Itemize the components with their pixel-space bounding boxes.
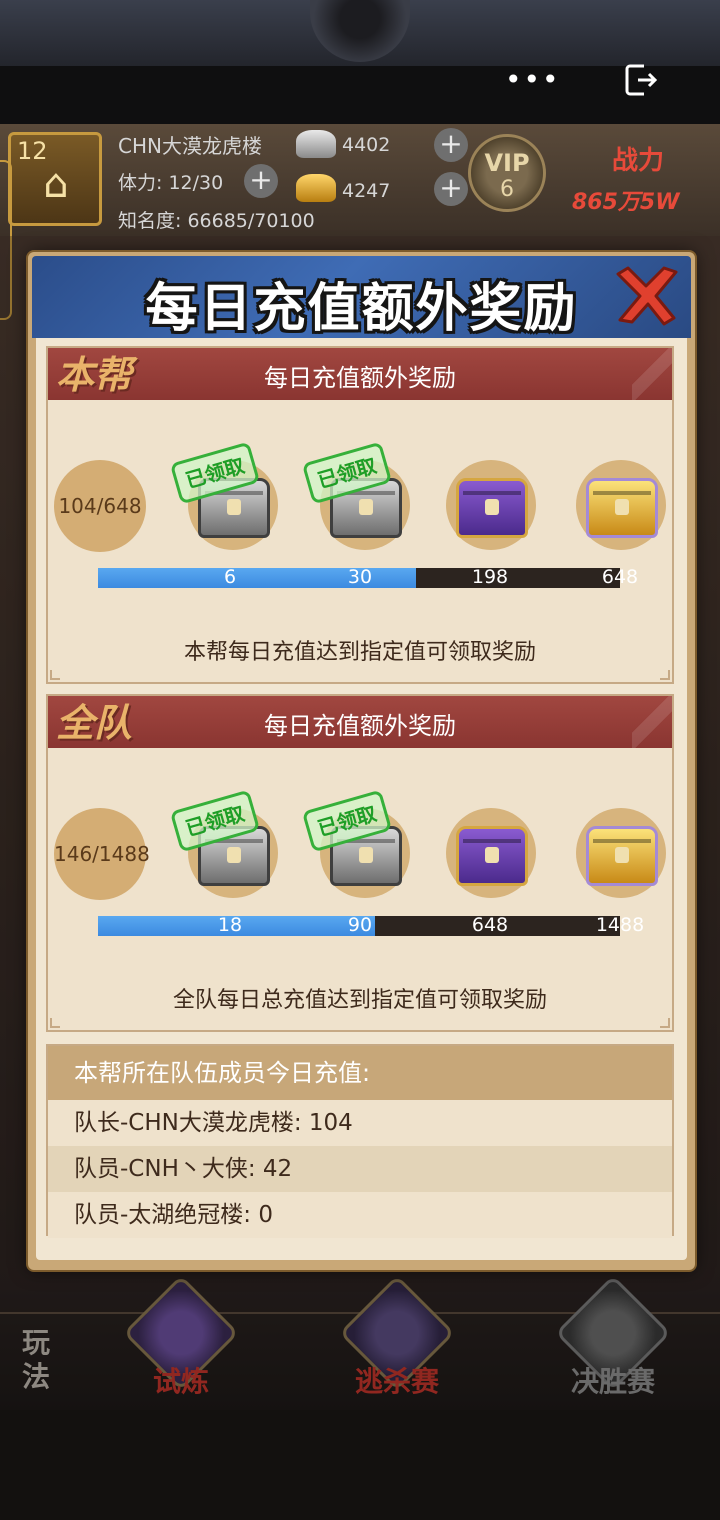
gold-ingot-icon — [296, 174, 336, 202]
reward-chest-1[interactable]: 已领取 — [169, 441, 278, 550]
tick-label: 648 — [471, 914, 509, 936]
power-value: 865万5W — [572, 190, 680, 215]
section-title: 每日充值额外奖励 — [264, 712, 456, 740]
progress-counter: 104/648 — [54, 460, 146, 552]
member-list-header: 本帮所在队伍成员今日充值: — [48, 1046, 672, 1100]
tick-label: 30 — [347, 566, 373, 588]
close-x-icon — [616, 266, 678, 326]
team-reward-section: 全队 每日充值额外奖励 146/1488 已领取 已领取 18 90 648 1… — [46, 694, 674, 1032]
modal-title: 每日充值额外奖励 — [145, 279, 578, 338]
section-description: 本帮每日充值达到指定值可领取奖励 — [183, 640, 536, 665]
add-silver-button[interactable]: + — [434, 128, 468, 162]
vip-badge[interactable]: VIP 6 — [468, 134, 546, 212]
vip-level: 6 — [500, 177, 514, 202]
purple-chest-icon — [456, 826, 528, 886]
modal-header: 每日充值额外奖励 — [32, 256, 691, 338]
corner-ornament — [660, 670, 670, 680]
member-row: 队员-CNH丶大侠: 42 — [48, 1146, 672, 1192]
purple-chest-icon — [456, 478, 528, 538]
gold-chest-icon — [586, 826, 658, 886]
tick-label: 648 — [601, 566, 639, 588]
exit-icon[interactable] — [624, 62, 658, 98]
section-description: 全队每日总充值达到指定值可领取奖励 — [172, 988, 547, 1013]
modal-body: 本帮 每日充值额外奖励 104/648 已领取 已领取 6 30 198 648… — [36, 338, 687, 1260]
add-gold-button[interactable]: + — [434, 172, 468, 206]
section-header: 本帮 每日充值额外奖励 — [48, 348, 672, 400]
member-row: 队长-CHN大漠龙虎楼: 104 — [48, 1100, 672, 1146]
stamina-text: 体力: 12/30 — [118, 172, 224, 194]
corner-ornament — [660, 1018, 670, 1028]
mini-program-bar — [0, 66, 720, 124]
guild-reward-section: 本帮 每日充值额外奖励 104/648 已领取 已领取 6 30 198 648… — [46, 346, 674, 684]
progress-bar: 6 30 198 648 — [98, 566, 638, 588]
tick-label: 198 — [471, 566, 509, 588]
level-badge[interactable]: 12 ⌂ — [8, 132, 102, 226]
member-row: 队员-太湖绝冠楼: 0 — [48, 1192, 672, 1238]
progress-bar: 18 90 648 1488 — [98, 914, 644, 936]
house-icon: ⌂ — [43, 161, 69, 207]
tick-label: 1488 — [595, 914, 645, 936]
reward-chest-1[interactable]: 已领取 — [169, 789, 278, 898]
gold-chest-icon — [586, 478, 658, 538]
tick-label: 90 — [347, 914, 373, 936]
reward-chest-2[interactable]: 已领取 — [301, 789, 410, 898]
reward-chest-4[interactable] — [576, 460, 666, 550]
close-button[interactable] — [610, 264, 680, 328]
tick-label: 6 — [223, 566, 237, 588]
progress-counter: 146/1488 — [54, 808, 150, 900]
corner-ornament — [50, 670, 60, 680]
reward-chest-4[interactable] — [576, 808, 666, 898]
tick-label: 18 — [217, 914, 243, 936]
reward-chest-3[interactable] — [446, 808, 536, 898]
silver-ingot-icon — [296, 130, 336, 158]
reward-chest-2[interactable]: 已领取 — [301, 441, 410, 550]
fame-text: 知名度: 66685/70100 — [118, 210, 315, 232]
corner-ornament — [50, 1018, 60, 1028]
gold-amount: 4247 — [342, 180, 391, 202]
daily-recharge-bonus-modal: 每日充值额外奖励 本帮 每日充值额外奖励 104/648 已领取 已领取 6 3… — [28, 252, 695, 1270]
section-title: 每日充值额外奖励 — [264, 364, 456, 392]
reward-chest-3[interactable] — [446, 460, 536, 550]
silver-amount: 4402 — [342, 134, 391, 156]
power-label: 战力 — [612, 146, 665, 176]
section-header: 全队 每日充值额外奖励 — [48, 696, 672, 748]
player-name: CHN大漠龙虎楼 — [118, 134, 262, 158]
add-stamina-button[interactable]: + — [244, 164, 278, 198]
more-dots-icon[interactable]: ••• — [505, 62, 559, 98]
vip-label: VIP — [484, 149, 530, 177]
team-member-recharge-list: 本帮所在队伍成员今日充值: 队长-CHN大漠龙虎楼: 104 队员-CNH丶大侠… — [46, 1044, 674, 1238]
